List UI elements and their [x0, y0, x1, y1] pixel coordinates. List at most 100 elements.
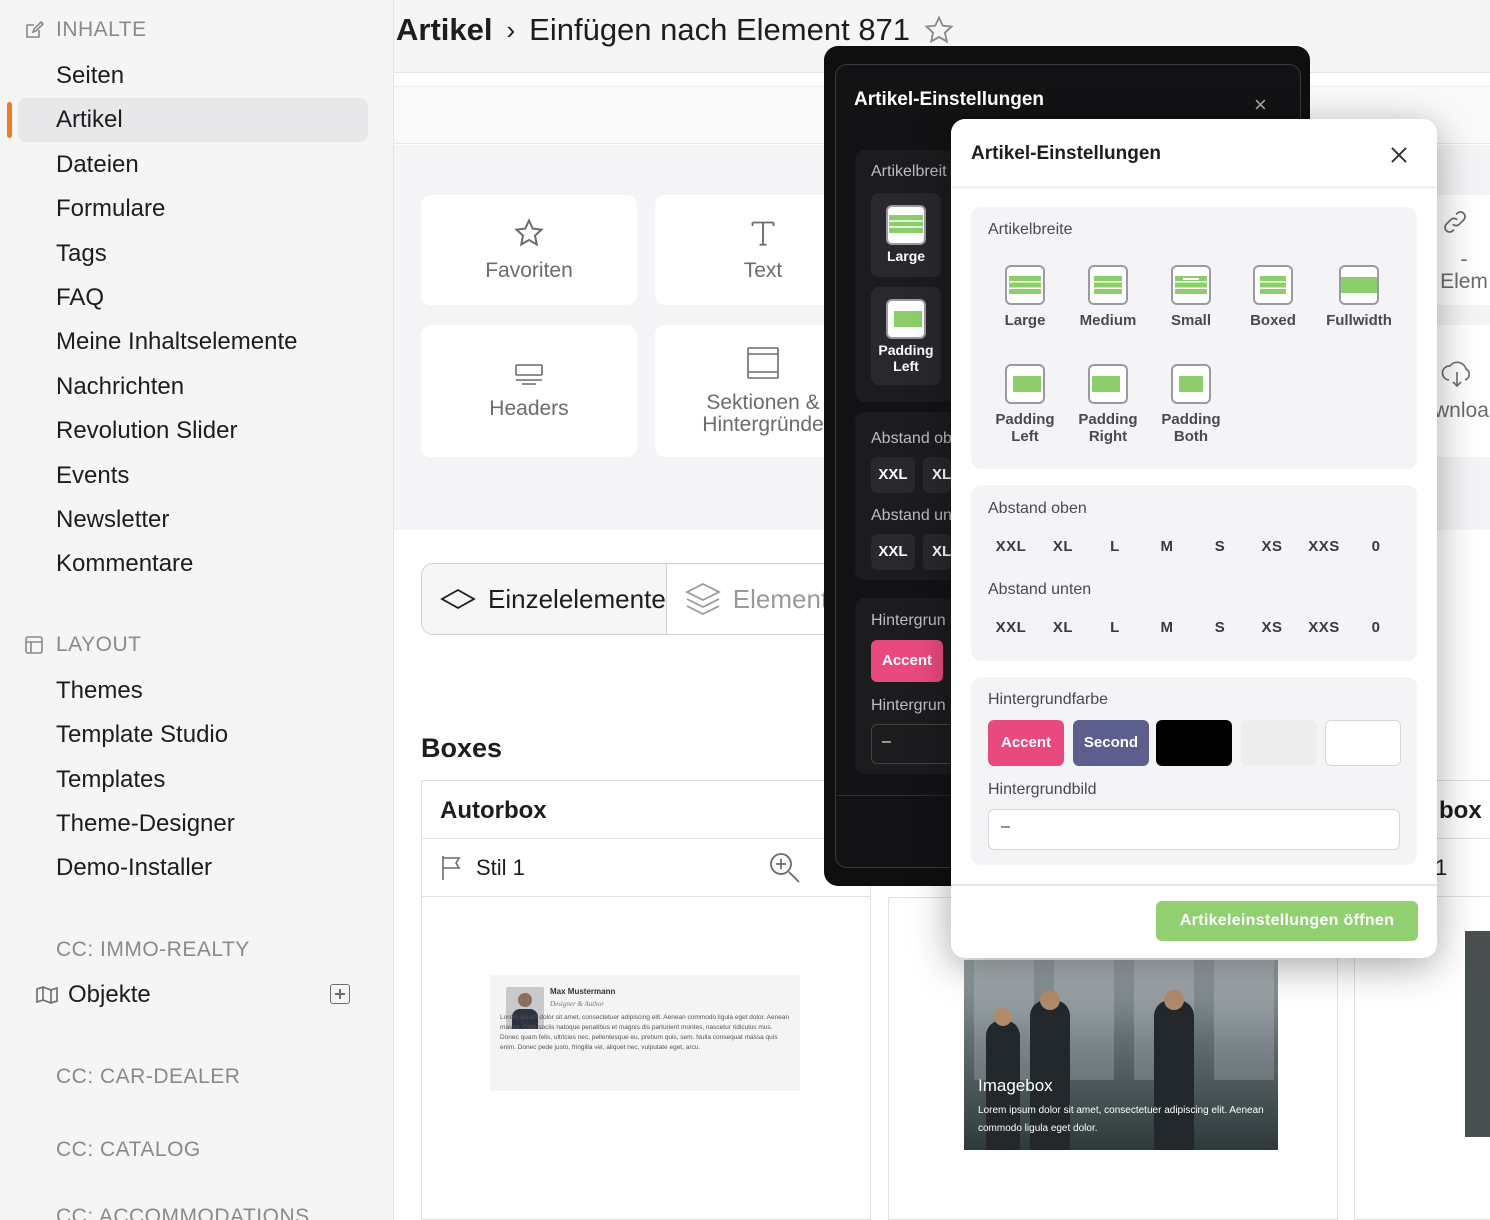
dark-swatch-accent[interactable]: Accent	[871, 640, 943, 682]
spacing-bottom-m[interactable]: M	[1143, 610, 1191, 646]
close-icon[interactable]	[1389, 145, 1409, 165]
width-option-padding-right[interactable]: Padding Right	[1072, 350, 1144, 456]
sidebar-item-events[interactable]: Events	[18, 454, 368, 498]
sidebar-item-theme-designer[interactable]: Theme-Designer	[18, 802, 368, 846]
diamond-icon	[440, 588, 476, 610]
spacing-bottom-xxl[interactable]: XXL	[987, 610, 1035, 646]
active-indicator	[7, 102, 12, 138]
text-icon	[751, 221, 775, 246]
sidebar-item-template-studio[interactable]: Template Studio	[18, 713, 368, 757]
star-icon[interactable]	[924, 15, 954, 45]
spacing-bottom-xs[interactable]: XS	[1248, 610, 1296, 646]
boxes-heading: Boxes	[421, 733, 503, 763]
spacing-top-m[interactable]: M	[1143, 529, 1191, 565]
tab-elemente[interactable]: Elemente	[667, 564, 840, 634]
width-option-boxed[interactable]: Boxed	[1237, 251, 1309, 343]
spacing-bottom-s[interactable]: S	[1196, 610, 1244, 646]
map-icon	[36, 986, 58, 1004]
width-large-icon	[1005, 265, 1045, 305]
swatch-light-gray[interactable]	[1241, 720, 1317, 766]
sidebar-item-newsletter[interactable]: Newsletter	[18, 498, 368, 542]
swatch-second[interactable]: Second	[1073, 720, 1149, 766]
sidebar-item-objekte[interactable]: Objekte	[36, 978, 356, 1012]
hintergrundbild-input[interactable]: –	[988, 809, 1400, 850]
dark-spacing-bottom-xxl[interactable]: XXL	[871, 534, 915, 570]
width-small-icon	[1171, 265, 1211, 305]
dark-spacing-top-xxl[interactable]: XXL	[871, 457, 915, 493]
layout-icon	[25, 636, 43, 654]
spacing-bottom-xxs[interactable]: XXS	[1300, 610, 1348, 646]
spacing-top-0[interactable]: 0	[1352, 529, 1400, 565]
dark-width-padding-left[interactable]: Padding Left	[871, 287, 941, 385]
spacing-bottom-xl[interactable]: XL	[1039, 610, 1087, 646]
cloud-download-icon	[1441, 361, 1470, 388]
spacing-top-xxs[interactable]: XXS	[1300, 529, 1348, 565]
abstand-oben-label: Abstand oben	[988, 500, 1087, 517]
zoom-in-icon[interactable]	[768, 851, 802, 885]
width-padding-left-icon	[886, 299, 926, 339]
artikelbreite-label: Artikelbreite	[988, 221, 1073, 238]
spacing-top-l[interactable]: L	[1091, 529, 1139, 565]
settings-dialog: Artikel-Einstellungen Artikelbreite Larg…	[951, 119, 1437, 958]
dark-spacing-bottom-xl[interactable]: XL	[923, 534, 951, 570]
width-large-icon	[886, 205, 926, 245]
width-option-fullwidth[interactable]: Fullwidth	[1319, 251, 1399, 343]
swatch-accent[interactable]: Accent	[988, 720, 1064, 766]
width-option-small[interactable]: Small	[1155, 251, 1227, 343]
sidebar-item-faq[interactable]: FAQ	[18, 276, 368, 320]
link-icon	[1444, 211, 1466, 233]
width-option-large[interactable]: Large	[989, 251, 1061, 343]
open-article-settings-button[interactable]: Artikeleinstellungen öffnen	[1156, 901, 1418, 941]
dark-dialog-title: Artikel-Einstellungen	[854, 89, 1045, 110]
spacing-top-xl[interactable]: XL	[1039, 529, 1087, 565]
width-padding-right-icon	[1088, 364, 1128, 404]
hintergrundfarbe-label: Hintergrundfarbe	[988, 691, 1109, 708]
sidebar-item-artikel[interactable]: Artikel	[18, 98, 368, 142]
headers-icon	[515, 364, 543, 385]
width-padding-both-icon	[1171, 364, 1211, 404]
dialog-header: Artikel-Einstellungen	[951, 119, 1437, 188]
dialog-title: Artikel-Einstellungen	[971, 143, 1162, 164]
flag-icon	[442, 855, 461, 880]
width-option-medium[interactable]: Medium	[1072, 251, 1144, 343]
width-padding-left-icon	[1005, 364, 1045, 404]
autorbox-title: Autorbox	[422, 781, 870, 839]
section-inhalte: INHALTE	[24, 18, 147, 42]
sidebar-item-tags[interactable]: Tags	[18, 232, 368, 276]
add-objekt-icon[interactable]	[330, 984, 350, 1004]
sidebar-item-nachrichten[interactable]: Nachrichten	[18, 365, 368, 409]
element-tabs: Einzelelemente Elemente	[421, 563, 841, 635]
sections-icon	[747, 347, 779, 379]
width-option-padding-both[interactable]: Padding Both	[1155, 350, 1227, 456]
tab-einzelelemente[interactable]: Einzelelemente	[422, 564, 667, 634]
dark-spacing-top-xl[interactable]: XL	[923, 457, 951, 493]
spacing-bottom-0[interactable]: 0	[1352, 610, 1400, 646]
spacing-top-xxl[interactable]: XXL	[987, 529, 1035, 565]
sidebar-item-seiten[interactable]: Seiten	[18, 54, 368, 98]
section-cc-catalog: CC: CATALOG	[56, 1138, 201, 1161]
spacing-bottom-l[interactable]: L	[1091, 610, 1139, 646]
sidebar-item-formulare[interactable]: Formulare	[18, 187, 368, 231]
sidebar-item-meine-inhaltselemente[interactable]: Meine Inhaltselemente	[18, 320, 368, 364]
edit-icon	[26, 20, 44, 38]
sidebar-item-dateien[interactable]: Dateien	[18, 143, 368, 187]
sidebar-item-themes[interactable]: Themes	[18, 669, 368, 713]
layers-icon	[684, 582, 721, 616]
spacing-top-xs[interactable]: XS	[1248, 529, 1296, 565]
sidebar-item-revolution-slider[interactable]: Revolution Slider	[18, 409, 368, 453]
width-option-padding-left[interactable]: Padding Left	[989, 350, 1061, 456]
sidebar-item-demo-installer[interactable]: Demo-Installer	[18, 846, 368, 890]
sidebar: INHALTE Seiten Artikel Dateien Formulare…	[0, 0, 394, 1220]
sidebar-item-templates[interactable]: Templates	[18, 758, 368, 802]
swatch-white[interactable]	[1325, 720, 1401, 766]
sidebar-item-kommentare[interactable]: Kommentare	[18, 542, 368, 586]
section-cc-car-dealer: CC: CAR-DEALER	[56, 1065, 241, 1088]
spacing-top-s[interactable]: S	[1196, 529, 1244, 565]
tile-headers[interactable]: Headers	[421, 325, 637, 457]
swatch-black[interactable]	[1156, 720, 1232, 766]
dark-close-icon[interactable]: ×	[1254, 92, 1267, 118]
tile-favoriten[interactable]: Favoriten	[421, 195, 637, 305]
width-fullwidth-icon	[1339, 265, 1379, 305]
star-icon	[514, 218, 544, 247]
dark-width-large[interactable]: Large	[871, 193, 941, 277]
